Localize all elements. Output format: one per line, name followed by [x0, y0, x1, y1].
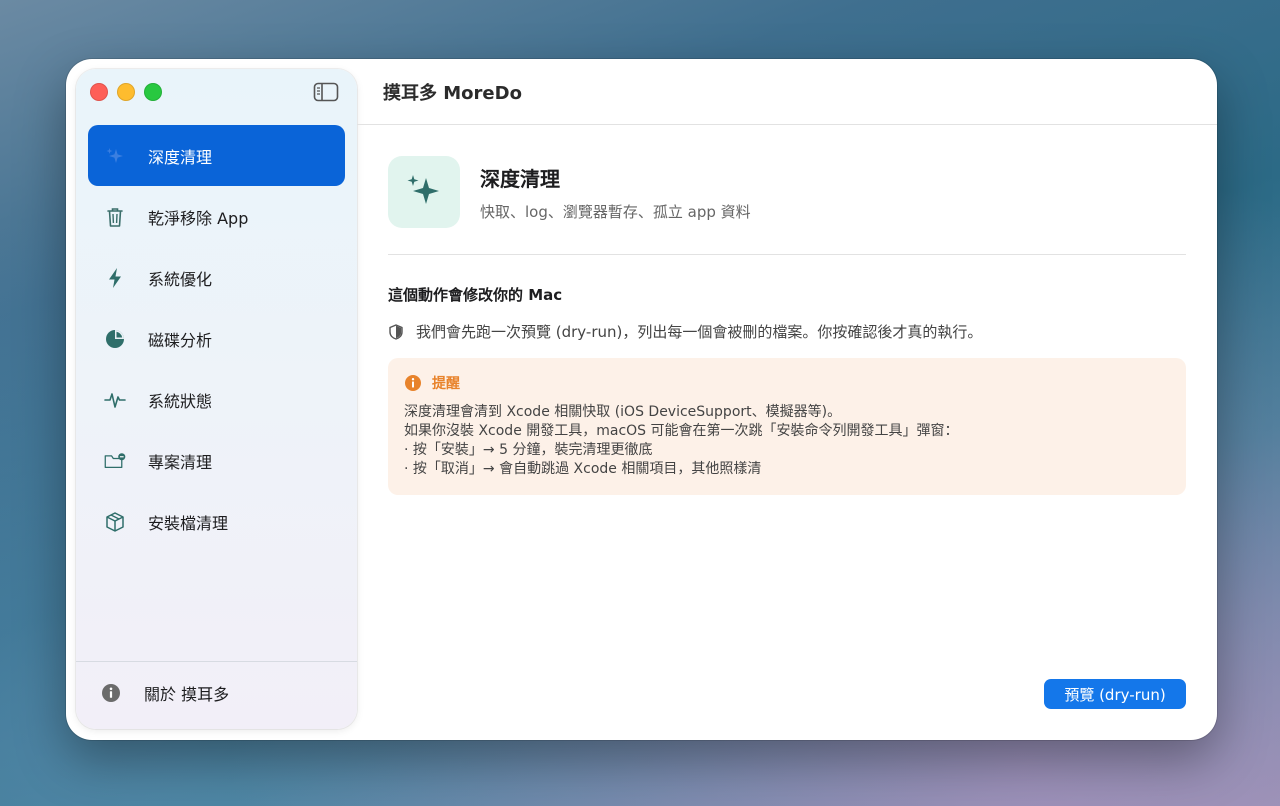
about-label: 關於 摸耳多 [144, 685, 230, 704]
cube-icon [104, 511, 126, 533]
notice-header: 提醒 [404, 373, 1170, 393]
info-icon [404, 374, 422, 392]
hero-header: 深度清理 快取、log、瀏覽器暫存、孤立 app 資料 [388, 125, 1186, 255]
notice-line: · 按「取消」→ 會自動跳過 Xcode 相關項目，其他照樣清 [404, 461, 762, 477]
sidebar-item-label: 磁碟分析 [148, 330, 213, 350]
notice-title: 提醒 [432, 376, 460, 392]
titlebar: 摸耳多 MoreDo [357, 59, 1217, 125]
sidebar-item-disk-analysis[interactable]: 磁碟分析 [88, 308, 345, 369]
sparkle-icon [104, 145, 126, 167]
window-controls [90, 83, 162, 101]
page-subtitle: 快取、log、瀏覽器暫存、孤立 app 資料 [480, 202, 751, 221]
about-button[interactable]: 關於 摸耳多 [100, 681, 229, 705]
sidebar-item-installer-clean[interactable]: 安裝檔清理 [88, 491, 345, 552]
app-window: 深度清理 乾淨移除 App 系統優化 磁碟分析 系統狀態 專案清理 安裝檔清理 … [66, 59, 1217, 740]
notice-line: 深度清理會清到 Xcode 相關快取 (iOS DeviceSupport、模擬… [404, 404, 842, 420]
warning-title: 這個動作會修改你的 Mac [388, 286, 563, 304]
notice-body: 深度清理會清到 Xcode 相關快取 (iOS DeviceSupport、模擬… [404, 403, 1170, 479]
content: 深度清理 快取、log、瀏覽器暫存、孤立 app 資料 這個動作會修改你的 Ma… [388, 125, 1186, 495]
main-panel: 摸耳多 MoreDo 深度清理 快取、log、瀏覽器暫存、孤立 app 資料 這… [357, 59, 1217, 740]
bolt-icon [104, 267, 126, 289]
sidebar-item-deep-clean[interactable]: 深度清理 [88, 125, 345, 186]
sidebar-item-label: 乾淨移除 App [148, 208, 249, 228]
sidebar-nav: 深度清理 乾淨移除 App 系統優化 磁碟分析 系統狀態 專案清理 安裝檔清理 [88, 125, 345, 552]
shield-icon [388, 323, 404, 340]
pie-chart-icon [104, 328, 126, 350]
sidebar: 深度清理 乾淨移除 App 系統優化 磁碟分析 系統狀態 專案清理 安裝檔清理 … [76, 69, 357, 729]
sidebar-item-optimize[interactable]: 系統優化 [88, 247, 345, 308]
notice-line: 如果你沒裝 Xcode 開發工具，macOS 可能會在第一次跳「安裝命令列開發工… [404, 423, 959, 439]
sidebar-toggle-icon[interactable] [313, 82, 339, 102]
sidebar-item-label: 系統優化 [148, 269, 213, 289]
sidebar-item-label: 專案清理 [148, 452, 213, 472]
sidebar-item-project-clean[interactable]: 專案清理 [88, 430, 345, 491]
notice-box: 提醒 深度清理會清到 Xcode 相關快取 (iOS DeviceSupport… [388, 358, 1186, 495]
preview-dry-run-button[interactable]: 預覽 (dry-run) [1044, 679, 1186, 709]
sidebar-divider [76, 661, 357, 662]
sidebar-item-system-status[interactable]: 系統狀態 [88, 369, 345, 430]
sparkle-icon [388, 156, 460, 228]
warning-text: 我們會先跑一次預覽 (dry-run)，列出每一個會被刪的檔案。你按確認後才真的… [416, 323, 983, 341]
sidebar-item-uninstall-app[interactable]: 乾淨移除 App [88, 186, 345, 247]
app-title: 摸耳多 MoreDo [383, 82, 522, 104]
waveform-icon [104, 389, 126, 411]
trash-icon [104, 206, 126, 228]
minimize-window-button[interactable] [117, 83, 135, 101]
page-title: 深度清理 [480, 166, 560, 191]
zoom-window-button[interactable] [144, 83, 162, 101]
sidebar-item-label: 安裝檔清理 [148, 513, 229, 533]
hero-text: 深度清理 快取、log、瀏覽器暫存、孤立 app 資料 [480, 163, 751, 222]
sidebar-item-label: 深度清理 [148, 147, 213, 167]
close-window-button[interactable] [90, 83, 108, 101]
notice-line: · 按「安裝」→ 5 分鐘，裝完清理更徹底 [404, 442, 653, 458]
info-icon [100, 682, 122, 704]
folder-minus-icon [104, 450, 126, 472]
sidebar-item-label: 系統狀態 [148, 391, 213, 411]
warning-line: 我們會先跑一次預覽 (dry-run)，列出每一個會被刪的檔案。你按確認後才真的… [388, 321, 1186, 342]
